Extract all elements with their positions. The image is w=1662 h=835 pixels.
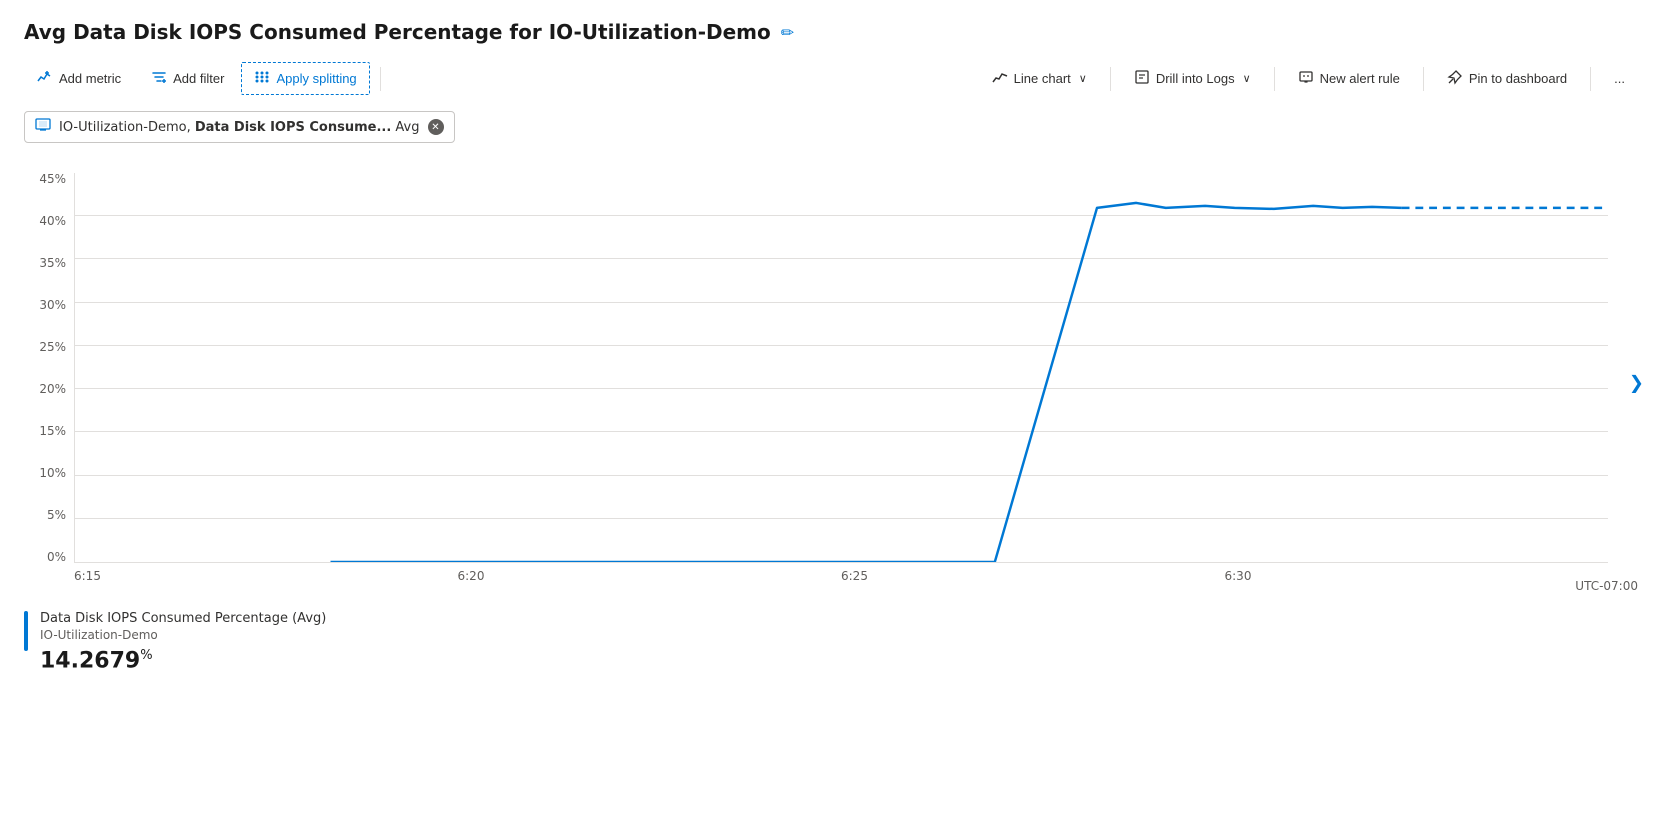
more-label: ... <box>1614 71 1625 86</box>
y-label-45: 45% <box>24 173 74 185</box>
splitting-icon <box>254 69 270 88</box>
add-metric-button[interactable]: Add metric <box>24 62 134 95</box>
legend-area: Data Disk IOPS Consumed Percentage (Avg)… <box>24 603 1638 673</box>
add-filter-icon <box>151 69 167 88</box>
y-label-35: 35% <box>24 257 74 269</box>
pill-close-button[interactable]: ✕ <box>428 119 444 135</box>
add-metric-label: Add metric <box>59 71 121 86</box>
legend-metric-name: Data Disk IOPS Consumed Percentage (Avg) <box>40 611 326 626</box>
chart-container: 0% 5% 10% 15% 20% 25% 30% 35% 40% 45% <box>24 173 1638 593</box>
edit-icon[interactable]: ✏ <box>781 23 794 42</box>
x-label-630: 6:30 <box>1225 569 1252 583</box>
pin-dashboard-label: Pin to dashboard <box>1469 71 1567 86</box>
line-chart-chevron: ∨ <box>1079 72 1087 85</box>
legend-value: 14.2679% <box>40 648 326 673</box>
toolbar-separator-2 <box>1110 67 1111 91</box>
apply-splitting-button[interactable]: Apply splitting <box>241 62 369 95</box>
pin-icon <box>1447 69 1463 88</box>
toolbar-separator-4 <box>1423 67 1424 91</box>
y-label-15: 15% <box>24 425 74 437</box>
drill-logs-label: Drill into Logs <box>1156 71 1235 86</box>
legend-resource: IO-Utilization-Demo <box>40 628 326 642</box>
utc-label: UTC-07:00 <box>1575 579 1638 593</box>
drill-logs-icon <box>1134 69 1150 88</box>
chevron-right-icon[interactable]: ❯ <box>1629 373 1644 394</box>
chart-plot <box>74 173 1608 563</box>
line-chart-button[interactable]: Line chart ∨ <box>979 62 1100 95</box>
y-label-20: 20% <box>24 383 74 395</box>
pill-vm-name: IO-Utilization-Demo, Data Disk IOPS Cons… <box>59 120 420 135</box>
add-filter-label: Add filter <box>173 71 224 86</box>
toolbar-separator-5 <box>1590 67 1591 91</box>
more-button[interactable]: ... <box>1601 64 1638 93</box>
toolbar-separator-1 <box>380 67 381 91</box>
chart-svg <box>75 173 1608 562</box>
y-label-10: 10% <box>24 467 74 479</box>
pin-dashboard-button[interactable]: Pin to dashboard <box>1434 62 1580 95</box>
y-label-5: 5% <box>24 509 74 521</box>
x-axis: 6:15 6:20 6:25 6:30 <box>74 563 1608 593</box>
legend-color-bar <box>24 611 28 651</box>
drill-logs-button[interactable]: Drill into Logs ∨ <box>1121 62 1264 95</box>
drill-logs-chevron: ∨ <box>1243 72 1251 85</box>
new-alert-label: New alert rule <box>1320 71 1400 86</box>
legend-text: Data Disk IOPS Consumed Percentage (Avg)… <box>40 611 326 673</box>
metric-pill: IO-Utilization-Demo, Data Disk IOPS Cons… <box>24 111 455 143</box>
y-label-40: 40% <box>24 215 74 227</box>
add-metric-icon <box>37 69 53 88</box>
x-label-615: 6:15 <box>74 569 101 583</box>
add-filter-button[interactable]: Add filter <box>138 62 237 95</box>
toolbar: Add metric Add filter Apply splitting Li… <box>24 62 1638 95</box>
vm-icon <box>35 117 51 137</box>
title-row: Avg Data Disk IOPS Consumed Percentage f… <box>24 20 1638 44</box>
toolbar-separator-3 <box>1274 67 1275 91</box>
y-axis: 0% 5% 10% 15% 20% 25% 30% 35% 40% 45% <box>24 173 74 563</box>
apply-splitting-label: Apply splitting <box>276 71 356 86</box>
toolbar-right: Line chart ∨ Drill into Logs ∨ New alert… <box>979 62 1638 95</box>
chart-area: 0% 5% 10% 15% 20% 25% 30% 35% 40% 45% <box>24 173 1638 593</box>
alert-icon <box>1298 69 1314 88</box>
y-label-0: 0% <box>24 551 74 563</box>
y-label-30: 30% <box>24 299 74 311</box>
line-chart-icon <box>992 69 1008 88</box>
x-label-620: 6:20 <box>458 569 485 583</box>
x-label-625: 6:25 <box>841 569 868 583</box>
chart-solid-line <box>331 203 1402 562</box>
page-title: Avg Data Disk IOPS Consumed Percentage f… <box>24 20 771 44</box>
new-alert-button[interactable]: New alert rule <box>1285 62 1413 95</box>
y-label-25: 25% <box>24 341 74 353</box>
line-chart-label: Line chart <box>1014 71 1071 86</box>
